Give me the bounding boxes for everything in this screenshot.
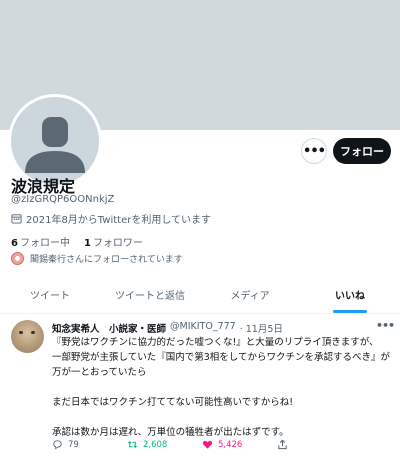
retweet-icon — [128, 441, 137, 448]
like-button[interactable]: 5,426 — [202, 439, 277, 450]
profile-handle: @zIzGRQP6OONnkjZ — [11, 194, 115, 205]
tweet-line: 『野党はワクチンに協力的だった嘘つくな!』と大量のリプライ頂きますが、 — [52, 337, 379, 348]
follower-avatar — [11, 252, 24, 265]
followed-by[interactable]: 閣錫秦行さんにフォローされています — [11, 252, 183, 265]
joined-date: 2021年8月からTwitterを利用しています — [11, 211, 211, 226]
reply-count: 79 — [68, 439, 79, 450]
liked-tweet[interactable]: 知念実希人 小説家・医師 @MIKITO_777 · 11月5日 ••• 『野党… — [0, 315, 400, 457]
tab-likes[interactable]: いいね — [300, 276, 400, 313]
reply-icon — [53, 440, 62, 450]
tweet-date[interactable]: · 11月5日 — [240, 321, 283, 335]
followers-link[interactable]: 1 フォロワー — [84, 234, 143, 249]
calendar-icon — [11, 214, 22, 224]
tweet-text: 『野党はワクチンに協力的だった嘘つくな!』と大量のリプライ頂きますが、 一部野党… — [52, 335, 392, 440]
tab-media[interactable]: メディア — [200, 276, 300, 313]
tweet-line: 承認は数か月は遅れ、万単位の犠牲者が出たはずです。 — [52, 427, 289, 438]
follow-stats: 6 フォロー中 1 フォロワー — [11, 234, 143, 249]
tweet-more-icon[interactable]: ••• — [376, 319, 395, 332]
following-label: フォロー中 — [19, 238, 70, 249]
share-icon — [278, 439, 287, 450]
following-link[interactable]: 6 フォロー中 — [11, 234, 70, 249]
tweet-header: 知念実希人 小説家・医師 @MIKITO_777 · 11月5日 — [52, 321, 283, 335]
profile-tabs: ツイート ツイートと返信 メディア いいね — [0, 276, 400, 314]
following-count: 6 — [11, 238, 18, 249]
reply-button[interactable]: 79 — [52, 439, 127, 450]
retweet-count: 2,608 — [143, 439, 168, 450]
tweet-line: 万が一とおっていたら — [52, 367, 147, 378]
tweet-author-handle[interactable]: @MIKITO_777 — [170, 321, 236, 335]
tweet-line: まだ日本ではワクチン打ててない可能性高いですからね! — [52, 397, 294, 408]
tweet-line: 一部野党が主張していた『国内で第3相をしてからワクチンを承認するべき』が — [52, 352, 390, 363]
tweet-actions: 79 2,608 5,426 — [52, 439, 352, 450]
more-options-button[interactable]: ••• — [301, 138, 327, 164]
followed-by-text: 閣錫秦行さんにフォローされています — [30, 255, 183, 265]
followers-count: 1 — [83, 238, 91, 249]
joined-text: 2021年8月からTwitterを利用しています — [26, 215, 212, 226]
share-button[interactable] — [277, 439, 352, 450]
tweet-author-name[interactable]: 知念実希人 小説家・医師 — [52, 321, 166, 335]
heart-icon — [202, 440, 213, 449]
followers-label: フォロワー — [92, 238, 143, 249]
tab-tweets-and-replies[interactable]: ツイートと返信 — [100, 276, 200, 313]
retweet-button[interactable]: 2,608 — [127, 439, 202, 450]
tweet-author-avatar[interactable] — [11, 320, 44, 353]
like-count: 5,426 — [218, 439, 243, 450]
default-avatar-icon — [11, 97, 99, 185]
follow-button[interactable]: フォロー — [333, 138, 391, 164]
tab-tweets[interactable]: ツイート — [0, 276, 100, 313]
